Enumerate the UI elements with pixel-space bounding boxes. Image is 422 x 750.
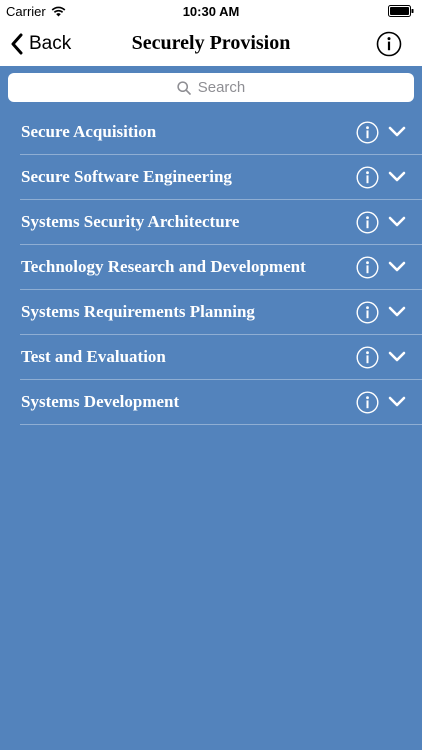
list-item-label: Systems Requirements Planning xyxy=(21,302,255,321)
list-item-label: Systems Security Architecture xyxy=(21,212,240,231)
list-item-label: Technology Research and Development xyxy=(21,257,306,276)
search-placeholder: Search xyxy=(197,79,246,96)
page-title: Securely Provision xyxy=(131,32,291,54)
search-input[interactable]: Search xyxy=(8,73,414,102)
info-icon[interactable] xyxy=(356,391,379,414)
list-item-label: Systems Development xyxy=(21,392,180,411)
status-time: 10:30 AM xyxy=(182,4,240,19)
search-placeholder-group: Search xyxy=(8,73,414,102)
search-bar: Search xyxy=(0,66,422,110)
battery-icon xyxy=(388,5,414,17)
chevron-down-icon[interactable] xyxy=(388,395,406,408)
list-item[interactable]: Systems Requirements Planning xyxy=(20,290,422,335)
info-icon[interactable] xyxy=(356,166,379,189)
list-item[interactable]: Secure Acquisition xyxy=(20,110,422,155)
search-icon xyxy=(177,80,191,95)
list-item[interactable]: Systems Development xyxy=(20,380,422,425)
chevron-down-icon[interactable] xyxy=(388,170,406,183)
info-icon[interactable] xyxy=(356,211,379,234)
list-item-label: Secure Acquisition xyxy=(21,122,157,141)
info-icon[interactable] xyxy=(356,121,379,144)
category-list: Secure Acquisition Secure Software Engin… xyxy=(0,110,422,425)
chevron-down-icon[interactable] xyxy=(388,260,406,273)
info-icon[interactable] xyxy=(356,256,379,279)
list-item[interactable]: Systems Security Architecture xyxy=(20,200,422,245)
info-icon[interactable] xyxy=(356,346,379,369)
chevron-down-icon[interactable] xyxy=(388,305,406,318)
info-icon[interactable] xyxy=(376,31,402,57)
chevron-down-icon[interactable] xyxy=(388,125,406,138)
list-item[interactable]: Technology Research and Development xyxy=(20,245,422,290)
chevron-down-icon[interactable] xyxy=(388,350,406,363)
list-item-label: Test and Evaluation xyxy=(21,347,166,366)
chevron-down-icon[interactable] xyxy=(388,215,406,228)
list-item[interactable]: Secure Software Engineering xyxy=(20,155,422,200)
navigation-bar: Back Securely Provision xyxy=(0,22,422,66)
info-icon[interactable] xyxy=(356,301,379,324)
list-item-label: Secure Software Engineering xyxy=(21,167,232,186)
list-item[interactable]: Test and Evaluation xyxy=(20,335,422,380)
status-bar: Carrier 10:30 AM xyxy=(0,0,422,22)
